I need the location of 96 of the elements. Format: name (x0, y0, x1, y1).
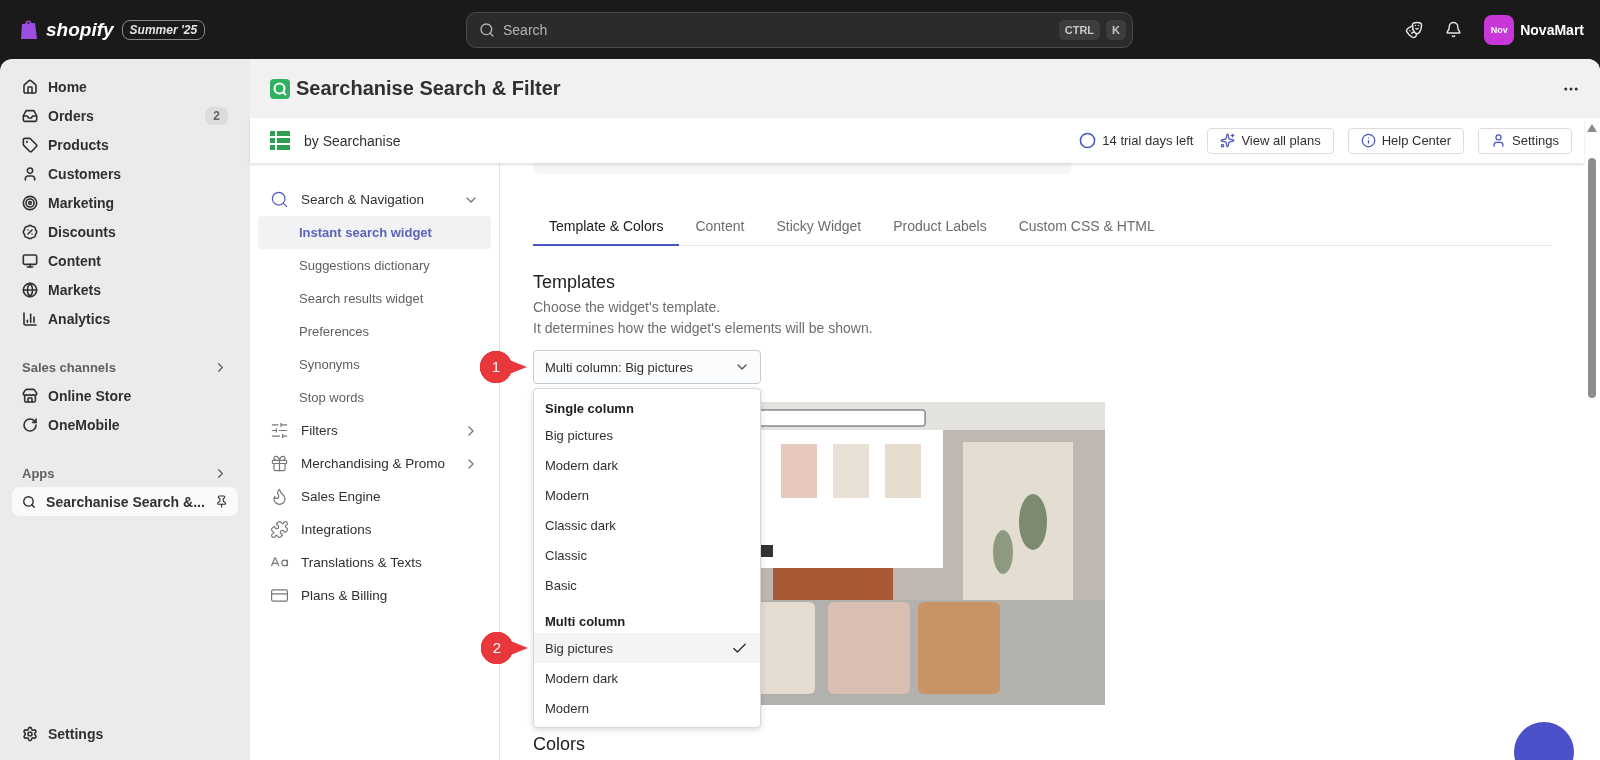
scroll-up-icon[interactable] (1587, 124, 1597, 132)
app-nav-subitem[interactable]: Preferences (258, 315, 491, 348)
flame-icon (270, 487, 289, 506)
app-nav-item[interactable]: Plans & Billing (258, 579, 491, 612)
bell-icon[interactable] (1445, 21, 1463, 38)
section-heading: Colors (533, 735, 586, 754)
section-heading: Apps (22, 465, 55, 481)
app-nav-item[interactable]: Search & Navigation (258, 183, 491, 216)
app-nav-item[interactable]: Sales Engine (258, 480, 491, 513)
app-nav-subitem[interactable]: Instant search widget (258, 216, 491, 249)
callout-marker: 2 (480, 631, 530, 665)
header-button[interactable]: View all plans (1207, 127, 1334, 154)
mask-icon[interactable] (1405, 20, 1424, 39)
sidebar-item[interactable]: Home (12, 72, 238, 101)
store-name[interactable]: NovaMart (1520, 21, 1584, 38)
search-field[interactable]: Search (501, 20, 1053, 39)
section-heading: Templates (533, 272, 617, 293)
dropdown-option[interactable]: Modern dark (534, 663, 760, 693)
percent-badge-icon (22, 223, 38, 240)
tab[interactable]: Content (679, 210, 761, 246)
header-button[interactable]: Settings (1478, 127, 1572, 154)
group-heading: Multi column (544, 613, 627, 631)
app-nav-item[interactable]: Filters (258, 414, 491, 447)
dropdown-option[interactable]: Basic (534, 570, 760, 600)
header-button[interactable]: Help Center (1347, 127, 1464, 154)
gift-icon (270, 454, 289, 473)
description-text: Choose the widget's template. (533, 299, 722, 315)
sparkle-icon (1220, 133, 1236, 148)
page-title: Searchanise Search & Filter (296, 77, 562, 100)
tab[interactable]: Template & Colors (533, 210, 680, 246)
dropdown-option[interactable]: Classic dark (534, 510, 760, 540)
target-icon (22, 194, 38, 211)
search-icon (270, 190, 289, 209)
app-nav-item[interactable]: Integrations (258, 513, 491, 546)
app-nav-subitem[interactable]: Stop words (258, 381, 491, 414)
sidebar-item[interactable]: Online Store (12, 381, 238, 410)
group-heading: Single column (544, 400, 635, 418)
tab[interactable]: Product Labels (877, 210, 1003, 246)
globe-icon (22, 281, 38, 298)
section-heading: Sales channels (22, 359, 116, 375)
app-nav-subitem[interactable]: Search results widget (258, 282, 491, 315)
monitor-icon (22, 252, 38, 269)
dropdown-option[interactable]: Modern (534, 693, 760, 723)
dropdown-option[interactable]: Modern (534, 480, 760, 510)
app-nav-item[interactable]: Translations & Texts (258, 546, 491, 579)
inbox-icon (22, 107, 38, 124)
list-logo-icon (270, 130, 290, 151)
settings-icon (22, 725, 38, 742)
template-select[interactable]: Multi column: Big pictures (533, 350, 761, 384)
circular-arrow-icon (22, 416, 38, 433)
tag-icon (22, 136, 38, 153)
circle-icon (1079, 132, 1097, 149)
sidebar-item[interactable]: Settings (12, 719, 238, 748)
description-text: It determines how the widget's elements will be shown. (533, 320, 874, 336)
sidebar-item[interactable]: Marketing (12, 188, 238, 217)
sidebar-item[interactable]: Products (12, 130, 238, 159)
tab[interactable]: Sticky Widget (760, 210, 878, 246)
sidebar-item[interactable]: Searchanise Search &... (12, 487, 238, 516)
dropdown-option[interactable]: Classic (534, 540, 760, 570)
app-logo-icon (270, 78, 290, 99)
app-nav-subitem[interactable]: Suggestions dictionary (258, 249, 491, 282)
person-icon (22, 165, 38, 182)
store-icon (22, 387, 38, 404)
callout-marker: 1 (479, 350, 529, 384)
card-icon (270, 586, 289, 605)
puzzle-icon (270, 520, 289, 539)
sidebar-item[interactable]: Content (12, 246, 238, 275)
sidebar-item[interactable]: Orders 2 (12, 101, 238, 130)
sidebar-item[interactable]: Markets (12, 275, 238, 304)
shopping-bag-icon (20, 19, 38, 40)
count-badge: 2 (205, 106, 228, 125)
store-avatar[interactable]: Nov (1484, 14, 1515, 45)
search-bar[interactable]: Search CTRL K (466, 11, 1133, 48)
person-icon (1491, 133, 1506, 148)
app-icon (22, 493, 37, 510)
app-nav-item[interactable]: Merchandising & Promo (258, 447, 491, 480)
sidebar-item[interactable]: Discounts (12, 217, 238, 246)
sidebar-item[interactable]: Customers (12, 159, 238, 188)
dropdown-option[interactable]: Modern dark (534, 450, 760, 480)
vendor-label: by Searchanise (304, 132, 402, 149)
search-icon (479, 21, 495, 38)
scrollbar-thumb[interactable] (1588, 158, 1596, 398)
keyboard-key: K (1106, 19, 1126, 40)
sidebar-item[interactable]: Analytics (12, 304, 238, 333)
house-icon (22, 78, 38, 95)
pin-icon[interactable] (214, 494, 228, 509)
brand-name: shopify (46, 18, 114, 41)
keyboard-key: CTRL (1058, 19, 1101, 40)
tab[interactable]: Custom CSS & HTML (1002, 210, 1171, 246)
sliders-icon (270, 421, 289, 440)
dropdown-option[interactable]: Big pictures (534, 420, 760, 450)
info-icon (1360, 133, 1376, 148)
trial-label: 14 trial days left (1102, 133, 1194, 148)
sidebar-item[interactable]: OneMobile (12, 410, 238, 439)
edition-badge: Summer '25 (121, 19, 206, 40)
bar-chart-icon (22, 310, 38, 327)
